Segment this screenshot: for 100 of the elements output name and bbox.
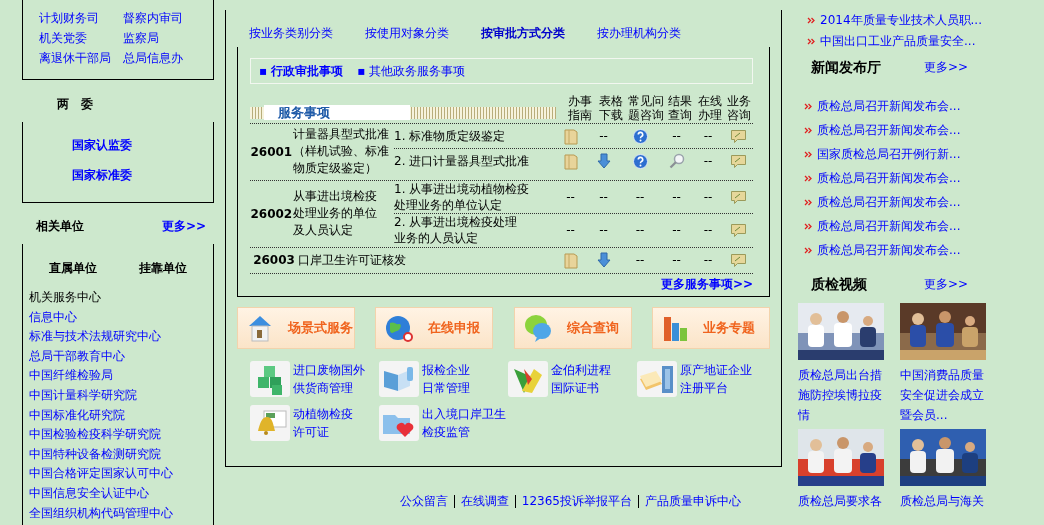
- chat-icon[interactable]: [729, 252, 747, 268]
- help-icon[interactable]: [632, 128, 648, 144]
- unit-link[interactable]: 机关服务中心: [29, 288, 101, 308]
- video-caption-link[interactable]: 中国消费品质量 安全促进会成立 暨会员...: [900, 365, 1002, 425]
- folder-icon[interactable]: [563, 152, 578, 170]
- department-link[interactable]: 监察局: [123, 28, 207, 48]
- video-caption-link[interactable]: 质检总局出台措 施防控埃博拉疫 情: [798, 365, 900, 425]
- table-cell-text: --: [703, 189, 713, 206]
- department-link[interactable]: 督察内审司: [123, 8, 207, 28]
- column-header: 办事指南: [566, 94, 593, 122]
- table-cell-text: --: [599, 189, 608, 206]
- category-tab[interactable]: 按审批方式分类: [481, 23, 565, 43]
- table-cell-text: --: [672, 189, 681, 206]
- papers-icon[interactable]: [637, 361, 677, 397]
- unit-link[interactable]: 中国计量科学研究院: [29, 385, 137, 406]
- heart-folder-icon[interactable]: [379, 405, 419, 441]
- news-link[interactable]: 质检总局召开新闻发布会...: [817, 238, 961, 262]
- video-caption-link[interactable]: 质检总局要求各: [798, 491, 900, 511]
- table-cell-text: --: [672, 222, 681, 239]
- shortcut-link[interactable]: 原产地证企业 注册平台: [680, 361, 752, 397]
- table-cell-text: --: [703, 252, 713, 269]
- more-link[interactable]: 更多>>: [923, 273, 968, 295]
- more-link[interactable]: 更多>>: [923, 56, 968, 78]
- table-cell-text: --: [566, 189, 575, 206]
- bell-icon[interactable]: [250, 405, 290, 441]
- category-tab[interactable]: 按使用对象分类: [365, 23, 449, 43]
- double-chevron-icon: [804, 150, 812, 158]
- sub-item-text: 1. 从事进出境动植物检疫 处理业务的单位认定: [394, 182, 530, 212]
- shortcut-link[interactable]: 动植物检疫 许可证: [293, 405, 353, 441]
- category-tab[interactable]: 按办理机构分类: [597, 23, 681, 43]
- chat-icon[interactable]: [729, 189, 747, 205]
- news-link[interactable]: 质检总局召开新闻发布会...: [817, 214, 961, 238]
- download-icon[interactable]: [596, 153, 611, 169]
- section-title: 新闻发布厅: [811, 58, 881, 77]
- footer-link[interactable]: 在线调查: [460, 491, 509, 511]
- department-link[interactable]: 机关党委: [39, 28, 123, 48]
- news-link[interactable]: 2014年质量专业技术人员职...: [820, 10, 982, 31]
- department-link[interactable]: 总局信息办: [123, 48, 207, 68]
- footer-link[interactable]: 12365投诉举报平台: [521, 491, 632, 511]
- column-heading: 挂靠单位: [139, 260, 187, 277]
- chat-icon[interactable]: [729, 153, 747, 169]
- news-link[interactable]: 质检总局召开新闻发布会...: [817, 118, 961, 142]
- unit-link[interactable]: 中国标准化研究院: [29, 405, 125, 426]
- cubes-icon[interactable]: [250, 361, 290, 397]
- footer-link[interactable]: 公众留言: [399, 491, 448, 511]
- item-code: 26002: [250, 205, 293, 223]
- item-name: 从事进出境检疫 处理业务的单位 及人员认定: [292, 188, 378, 239]
- news-link[interactable]: 国家质检总局召开例行新...: [817, 142, 961, 166]
- double-chevron-icon: [807, 38, 815, 45]
- committee-link[interactable]: 国家标准委: [72, 165, 132, 185]
- unit-link[interactable]: 中国合格评定国家认可中心: [29, 464, 173, 484]
- unit-link[interactable]: 中国检验检疫科学研究院: [29, 425, 161, 445]
- double-chevron-icon: [804, 174, 812, 182]
- unit-link[interactable]: 总局干部教育中心: [29, 346, 125, 367]
- news-link[interactable]: 质检总局召开新闻发布会...: [817, 166, 961, 190]
- unit-link[interactable]: 标准与技术法规研究中心: [29, 327, 161, 347]
- subtab[interactable]: ▪ 行政审批事项: [259, 61, 344, 81]
- unit-link[interactable]: 中国信息安全认证中心: [29, 483, 149, 504]
- unit-link[interactable]: 中国纤维检验局: [29, 366, 113, 386]
- news-link[interactable]: 质检总局召开新闻发布会...: [817, 94, 961, 118]
- footer-link[interactable]: 产品质量申诉中心: [645, 491, 741, 511]
- folder-icon[interactable]: [563, 251, 578, 269]
- item-name: 口岸卫生许可证核发: [298, 251, 406, 269]
- sub-item-text: 1. 标准物质定级鉴定: [394, 129, 506, 143]
- more-link[interactable]: 更多服务事项>>: [660, 277, 753, 291]
- table-title: 服务事项: [250, 107, 557, 119]
- more-link[interactable]: 更多>>: [161, 216, 206, 236]
- unit-link[interactable]: 中国特种设备检测研究院: [29, 444, 161, 465]
- double-chevron-icon: [807, 17, 815, 24]
- sub-item-text: 2. 从事进出境检疫处理 业务的人员认定: [394, 215, 518, 245]
- table-cell-text: --: [566, 222, 575, 239]
- item-code: 26001: [250, 143, 293, 161]
- shortcut-link[interactable]: 金伯利进程 国际证书: [551, 361, 611, 397]
- chat-icon[interactable]: [729, 222, 747, 238]
- folder-icon[interactable]: [563, 127, 578, 145]
- search-icon[interactable]: [668, 153, 685, 169]
- brochure-icon[interactable]: [379, 361, 419, 397]
- help-icon[interactable]: [632, 153, 648, 169]
- table-cell-text: --: [599, 222, 608, 239]
- department-link[interactable]: 计划财务司: [39, 8, 123, 28]
- unit-link[interactable]: 全国组织机构代码管理中心: [29, 503, 173, 524]
- shortcut-link[interactable]: 出入境口岸卫生 检疫监管: [422, 405, 506, 441]
- shortcut-link[interactable]: 进口废物国外 供货商管理: [293, 361, 365, 397]
- unit-link[interactable]: 信息中心: [29, 307, 77, 328]
- category-tab[interactable]: 按业务类别分类: [249, 23, 333, 43]
- department-link[interactable]: 离退休干部局: [39, 48, 123, 68]
- news-link[interactable]: 质检总局召开新闻发布会...: [817, 190, 961, 214]
- column-header: 在线办理: [697, 94, 724, 122]
- shortcut-link[interactable]: 报检企业 日常管理: [422, 361, 470, 397]
- arrows-icon[interactable]: [508, 361, 548, 397]
- committee-link[interactable]: 国家认监委: [72, 135, 132, 155]
- news-link[interactable]: 中国出口工业产品质量安全...: [820, 31, 976, 52]
- double-chevron-icon: [804, 222, 812, 230]
- table-cell-text: --: [672, 128, 681, 145]
- download-icon[interactable]: [596, 252, 611, 268]
- item-code: 26003: [252, 252, 296, 269]
- subtab[interactable]: ▪ 其他政务服务事项: [357, 61, 466, 81]
- chat-icon[interactable]: [729, 128, 747, 144]
- video-caption-link[interactable]: 质检总局与海关: [900, 491, 1002, 511]
- column-header: 结果查询: [667, 94, 694, 122]
